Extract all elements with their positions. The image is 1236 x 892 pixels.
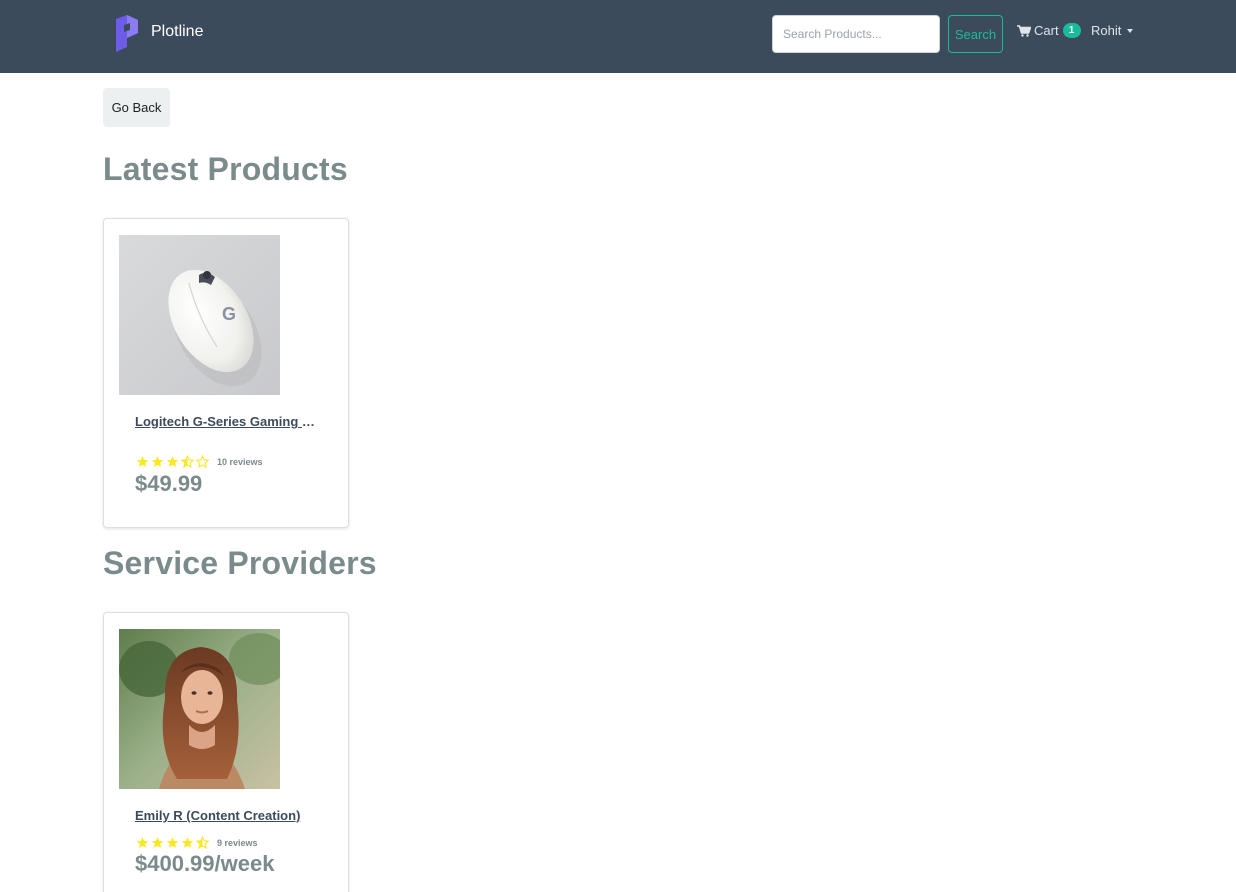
product-image[interactable]: G [119, 235, 280, 395]
svg-text:G: G [222, 304, 236, 324]
service-rating: 9 reviews [136, 836, 258, 849]
star-full-icon [151, 837, 164, 848]
review-count: 10 reviews [217, 456, 263, 467]
service-price: $400.99/week [135, 851, 275, 876]
service-provider-image[interactable] [119, 629, 280, 789]
search-input[interactable] [772, 15, 940, 53]
star-full-icon [181, 837, 194, 848]
brand-link[interactable]: Plotline [112, 13, 203, 53]
cart-label: Cart [1034, 23, 1059, 38]
cart-link[interactable]: Cart 1 [1017, 23, 1081, 38]
service-title-link[interactable]: Emily R (Content Creation) [135, 808, 320, 823]
search-button[interactable]: Search [948, 15, 1003, 53]
star-half-icon [196, 836, 209, 849]
product-rating: 10 reviews [136, 455, 263, 468]
go-back-button[interactable]: Go Back [103, 88, 170, 127]
brand-name: Plotline [151, 23, 204, 40]
product-card[interactable]: G Logitech G-Series Gaming Mouse 10 revi… [103, 218, 349, 528]
star-empty-icon [196, 455, 209, 468]
star-full-icon [166, 456, 179, 467]
shopping-cart-icon [1017, 24, 1031, 37]
latest-products-heading: Latest Products [103, 151, 348, 187]
product-title-link[interactable]: Logitech G-Series Gaming Mouse [135, 414, 320, 429]
star-full-icon [136, 456, 149, 467]
service-providers-heading: Service Providers [103, 545, 377, 581]
star-full-icon [136, 837, 149, 848]
review-count: 9 reviews [217, 837, 258, 848]
star-full-icon [166, 837, 179, 848]
plotline-logo-icon [116, 15, 138, 52]
service-card[interactable]: Emily R (Content Creation) 9 reviews $40… [103, 612, 349, 892]
product-price: $49.99 [135, 471, 203, 496]
user-menu-toggle[interactable]: Rohit [1091, 23, 1134, 38]
star-full-icon [151, 456, 164, 467]
user-name: Rohit [1091, 23, 1122, 38]
caret-down-icon [1127, 28, 1134, 33]
navbar: Plotline Search Cart 1 Rohit [0, 0, 1236, 73]
cart-count-badge: 1 [1062, 23, 1081, 38]
star-half-icon [181, 455, 194, 468]
